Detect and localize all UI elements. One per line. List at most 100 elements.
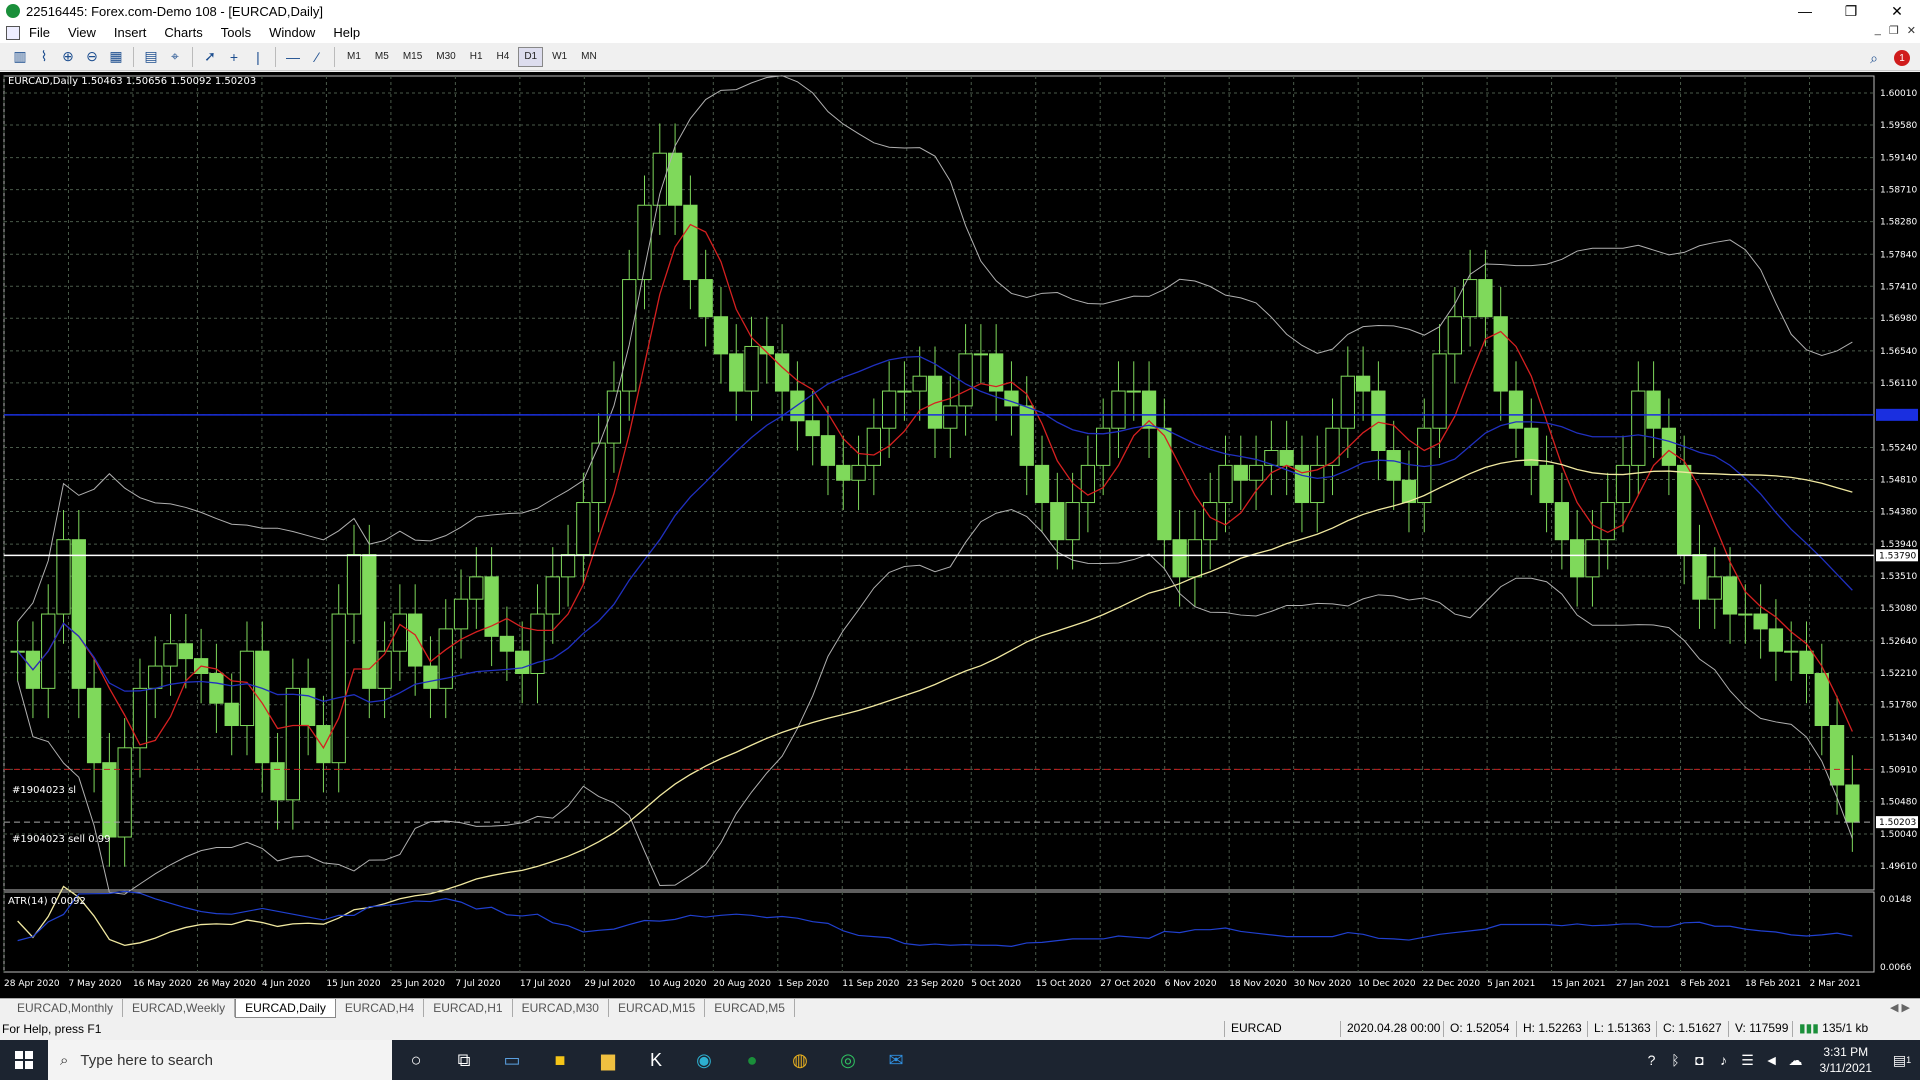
date-tick-label: 11 Sep 2020 [842, 979, 899, 989]
candle-body [1692, 554, 1707, 600]
cloud-icon[interactable]: ☁ [1784, 1040, 1808, 1080]
tf-w1[interactable]: W1 [547, 47, 572, 67]
cortana-icon[interactable]: ○ [392, 1040, 440, 1080]
whatsapp-icon[interactable]: ◎ [824, 1040, 872, 1080]
tab-daily[interactable]: EURCAD,Daily [235, 999, 336, 1018]
tab-monthly[interactable]: EURCAD,Monthly [8, 999, 124, 1017]
tab-m5[interactable]: EURCAD,M5 [705, 999, 795, 1017]
candle-body [255, 650, 270, 764]
tab-weekly[interactable]: EURCAD,Weekly [123, 999, 236, 1017]
date-tick-label: 27 Jan 2021 [1616, 979, 1670, 989]
task-view-icon[interactable]: ⧉ [440, 1040, 488, 1080]
tab-m15[interactable]: EURCAD,M15 [609, 999, 706, 1017]
tf-m5[interactable]: M5 [370, 47, 394, 67]
price-tick-label: 1.59140 [1880, 154, 1917, 164]
chat-icon[interactable]: ◘ [1688, 1040, 1712, 1080]
candle-body [545, 576, 560, 615]
price-tick-label: 1.58280 [1880, 218, 1917, 228]
blue-level-tag [1876, 408, 1918, 421]
crosshair-icon[interactable]: + [222, 46, 246, 68]
mdi-minimize-button[interactable]: _ [1875, 24, 1881, 37]
chrome-browser-icon[interactable]: ◍ [776, 1040, 824, 1080]
status-low: L: 1.51363 [1587, 1021, 1651, 1037]
crosshair-target-icon[interactable]: ⌖ [163, 46, 187, 68]
search-icon[interactable]: ⌕ [1862, 47, 1886, 69]
candle-body [1111, 390, 1126, 429]
document-icon[interactable] [6, 25, 20, 40]
menu-view[interactable]: View [59, 25, 105, 40]
kraken-app-icon[interactable]: K [632, 1040, 680, 1080]
network-icon[interactable]: ☰ [1736, 1040, 1760, 1080]
templates-icon[interactable]: ▤ [139, 46, 163, 68]
date-tick-label: 29 Jul 2020 [584, 979, 635, 989]
chart-area[interactable]: 1.60010 1.59580 1.59140 1.58710 1.58280 1.578… [0, 72, 1920, 998]
taskbar-search[interactable]: ⌕ Type here to search [48, 1040, 392, 1080]
menu-tools[interactable]: Tools [212, 25, 260, 40]
vertical-line-icon[interactable]: | [246, 46, 270, 68]
sticky-app-icon[interactable]: ■ [536, 1040, 584, 1080]
bluetooth-icon[interactable]: ᛒ [1664, 1040, 1688, 1080]
candle-body [1462, 279, 1478, 318]
tf-m15[interactable]: M15 [398, 47, 427, 67]
candle-body [346, 554, 362, 615]
line-chart-icon[interactable]: ⌇ [32, 46, 56, 68]
zoom-in-icon[interactable]: ⊕ [56, 46, 80, 68]
price-tick-label: 1.56110 [1880, 379, 1917, 389]
clock[interactable]: 3:31 PM 3/11/2021 [1820, 1044, 1873, 1076]
date-tick-label: 18 Feb 2021 [1745, 979, 1801, 989]
notification-badge[interactable]: 1 [1894, 50, 1910, 66]
tab-h4[interactable]: EURCAD,H4 [336, 999, 425, 1017]
cursor-icon[interactable]: ➚ [198, 46, 222, 68]
status-bar: For Help, press F1 EURCAD 2020.04.28 00:… [0, 1018, 1920, 1040]
tf-d1[interactable]: D1 [518, 46, 544, 67]
mdi-restore-button[interactable]: ❐ [1889, 24, 1899, 37]
monitor-app-icon[interactable]: ▭ [488, 1040, 536, 1080]
price-tick-label: 1.51340 [1880, 733, 1917, 743]
windows-start-icon[interactable] [0, 1040, 48, 1080]
candle-body [224, 702, 239, 727]
edge-browser-icon[interactable]: ◉ [680, 1040, 728, 1080]
microphone-icon[interactable]: ♪ [1712, 1040, 1736, 1080]
tf-h4[interactable]: H4 [492, 47, 515, 67]
tf-h1[interactable]: H1 [465, 47, 488, 67]
volume-icon[interactable]: ◄ [1760, 1040, 1784, 1080]
file-explorer-icon[interactable]: ▆ [584, 1040, 632, 1080]
candle-body [285, 687, 300, 801]
candle-body [1753, 613, 1768, 630]
mail-app-icon[interactable]: ✉ [872, 1040, 920, 1080]
tf-mn[interactable]: MN [576, 47, 602, 67]
close-button[interactable]: ✕ [1874, 0, 1920, 22]
zoom-out-icon[interactable]: ⊖ [80, 46, 104, 68]
price-chart[interactable]: 1.60010 1.59580 1.59140 1.58710 1.58280 1.578… [0, 72, 1920, 998]
candle-body [1615, 464, 1631, 504]
price-tick-label: 1.53940 [1880, 540, 1917, 550]
date-tick-label: 5 Jan 2021 [1487, 979, 1535, 989]
trendline-icon[interactable]: ⁄ [305, 46, 329, 68]
price-tick-label: 1.53080 [1880, 604, 1917, 614]
mdi-close-button[interactable]: ✕ [1907, 24, 1916, 37]
tf-m30[interactable]: M30 [431, 47, 460, 67]
horizontal-line-icon[interactable]: — [281, 46, 305, 68]
candle-body [1172, 539, 1187, 578]
new-chart-icon[interactable]: ▥ [8, 46, 32, 68]
date-tick-label: 7 Jul 2020 [455, 979, 500, 989]
tile-windows-icon[interactable]: ▦ [104, 46, 128, 68]
notification-center-icon[interactable]: ▤ 1 [1884, 1040, 1920, 1080]
menu-file[interactable]: File [20, 25, 59, 40]
menu-window[interactable]: Window [260, 25, 324, 40]
clock-date: 3/11/2021 [1819, 1061, 1873, 1075]
menu-help[interactable]: Help [324, 25, 369, 40]
maximize-button[interactable]: ❐ [1828, 0, 1874, 22]
chart-tabs: EURCAD,Monthly EURCAD,Weekly EURCAD,Dail… [0, 998, 1920, 1018]
date-tick-label: 4 Jun 2020 [262, 979, 311, 989]
minimize-button[interactable]: — [1782, 0, 1828, 22]
forex-app-icon[interactable]: ● [728, 1040, 776, 1080]
tab-scroll-arrows[interactable]: ◀ ▶ [1890, 1001, 1910, 1014]
help-icon[interactable]: ? [1640, 1040, 1664, 1080]
tab-h1[interactable]: EURCAD,H1 [424, 999, 513, 1017]
tab-m30[interactable]: EURCAD,M30 [513, 999, 609, 1017]
tf-m1[interactable]: M1 [342, 47, 366, 67]
menu-insert[interactable]: Insert [105, 25, 156, 40]
title-bar: 22516445: Forex.com-Demo 108 - [EURCAD,D… [0, 0, 1920, 22]
menu-charts[interactable]: Charts [155, 25, 211, 40]
